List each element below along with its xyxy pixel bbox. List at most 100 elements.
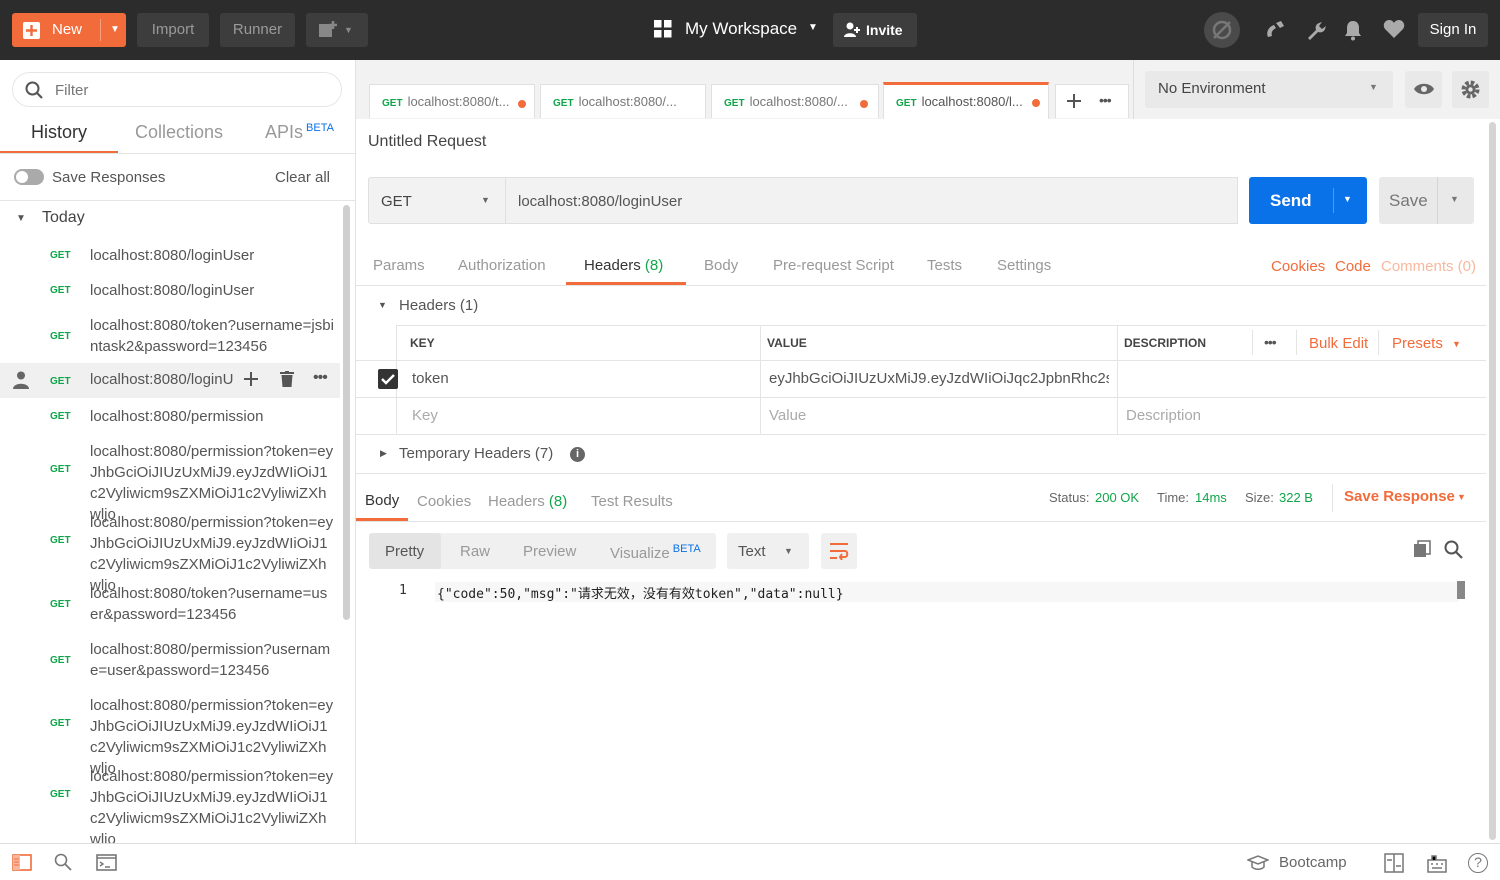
key-placeholder[interactable]: Key xyxy=(412,407,438,424)
response-tab-cookies[interactable]: Cookies xyxy=(417,493,471,510)
send-button[interactable]: Send ▼ xyxy=(1249,177,1367,224)
save-response-dropdown[interactable]: Save Response ▼ xyxy=(1344,488,1474,508)
view-visualize[interactable]: Visualize BETA xyxy=(610,543,701,562)
tab-apis[interactable]: APIs BETA xyxy=(265,122,334,143)
notifications-bell-icon[interactable] xyxy=(1343,19,1365,41)
history-group-today[interactable]: ▼ Today xyxy=(0,207,340,231)
response-tab-body[interactable]: Body xyxy=(356,481,408,521)
environment-select[interactable]: No Environment ▼ xyxy=(1145,71,1393,108)
more-tabs-icon[interactable]: ••• xyxy=(1099,92,1112,108)
chevron-down-icon[interactable]: ▼ xyxy=(1343,194,1352,204)
clear-all-button[interactable]: Clear all xyxy=(275,169,330,186)
list-item[interactable]: GET localhost:8080/permission?token=eyJh… xyxy=(0,765,340,843)
settings-wrench-icon[interactable] xyxy=(1305,19,1327,41)
code-link[interactable]: Code xyxy=(1335,258,1371,275)
add-to-collection-icon[interactable] xyxy=(243,371,259,387)
value-placeholder[interactable]: Value xyxy=(769,407,806,424)
filter-box[interactable] xyxy=(12,72,342,107)
info-icon[interactable]: i xyxy=(570,447,585,462)
import-button[interactable]: Import xyxy=(137,13,209,47)
main-scrollbar[interactable] xyxy=(1489,122,1496,840)
list-item[interactable]: GET localhost:8080/permission?token=eyJh… xyxy=(0,694,340,777)
invite-button[interactable]: Invite xyxy=(833,13,917,47)
copy-icon[interactable] xyxy=(1413,540,1431,558)
header-row-checkbox[interactable] xyxy=(378,369,398,389)
comments-link[interactable]: Comments (0) xyxy=(1381,258,1476,275)
response-headers-label: Headers xyxy=(488,493,545,510)
bulk-edit-link[interactable]: Bulk Edit xyxy=(1309,335,1368,352)
find-icon[interactable] xyxy=(54,853,72,871)
list-item[interactable]: GET localhost:8080/token?username=jsbint… xyxy=(0,314,340,362)
view-pretty[interactable]: Pretty xyxy=(369,533,441,569)
presets-dropdown[interactable]: Presets ▼ xyxy=(1392,335,1467,355)
chevron-down-icon[interactable]: ▼ xyxy=(110,13,120,47)
method-select[interactable]: GET ▼ xyxy=(368,177,506,224)
new-button[interactable]: New ▼ xyxy=(12,13,126,47)
list-item[interactable]: GET localhost:8080/permission?username=u… xyxy=(0,638,340,686)
new-window-button[interactable]: ▼ xyxy=(306,13,368,47)
editor-scroll-thumb[interactable] xyxy=(1457,581,1465,599)
two-pane-view-icon[interactable] xyxy=(1384,853,1404,873)
heart-icon[interactable] xyxy=(1383,19,1405,41)
save-button[interactable]: Save ▼ xyxy=(1379,177,1474,224)
manage-environments-button[interactable] xyxy=(1452,71,1489,108)
more-options-icon[interactable]: ••• xyxy=(313,369,328,387)
header-key[interactable]: token xyxy=(412,370,752,387)
tab-settings[interactable]: Settings xyxy=(997,257,1051,274)
wrap-lines-button[interactable] xyxy=(821,533,857,569)
list-item[interactable]: GET localhost:8080/loginUser xyxy=(0,244,340,278)
tab-headers[interactable]: Headers (8) xyxy=(566,247,686,285)
tab-body[interactable]: Body xyxy=(704,257,738,274)
capture-requests-icon[interactable] xyxy=(1264,19,1286,41)
description-placeholder[interactable]: Description xyxy=(1126,407,1201,424)
request-tab-active[interactable]: GET localhost:8080/l... xyxy=(883,82,1049,119)
tab-history[interactable]: History xyxy=(0,112,118,154)
environment-quick-look-button[interactable] xyxy=(1405,71,1442,108)
tab-authorization[interactable]: Authorization xyxy=(458,257,546,274)
filter-input[interactable] xyxy=(55,79,325,101)
format-select[interactable]: Text ▼ xyxy=(727,533,809,569)
list-item-hovered[interactable]: GET localhost:8080/loginU ••• xyxy=(0,363,340,398)
list-item[interactable]: GET localhost:8080/permission?token=eyJh… xyxy=(0,511,340,594)
request-name[interactable]: Untitled Request xyxy=(368,133,486,151)
view-raw[interactable]: Raw xyxy=(460,543,490,560)
sign-in-button[interactable]: Sign In xyxy=(1418,13,1488,47)
sidebar-scrollbar[interactable] xyxy=(343,205,350,620)
runner-button[interactable]: Runner xyxy=(220,13,295,47)
keyboard-shortcuts-icon[interactable] xyxy=(1427,853,1447,873)
toggle-sidebar-icon[interactable] xyxy=(12,854,32,871)
tab-prerequest-script[interactable]: Pre-request Script xyxy=(773,257,894,274)
tab-collections[interactable]: Collections xyxy=(135,122,223,143)
list-item[interactable]: GET localhost:8080/loginUser xyxy=(0,279,340,313)
save-responses-toggle[interactable] xyxy=(14,169,44,185)
help-icon[interactable]: ? xyxy=(1468,853,1488,873)
console-icon[interactable] xyxy=(96,854,117,871)
headers-section-toggle[interactable]: ▼ Headers (1) xyxy=(378,297,508,317)
workspace-selector[interactable]: My Workspace ▼ xyxy=(654,16,824,44)
response-editor[interactable]: 1 {"code":50,"msg":"请求无效，没有有效token","dat… xyxy=(369,576,1473,843)
request-tab[interactable]: GET localhost:8080/t... xyxy=(369,84,535,118)
response-tab-headers[interactable]: Headers (8) xyxy=(488,493,567,510)
new-label: New xyxy=(52,21,83,38)
new-tab-button[interactable]: ••• xyxy=(1055,84,1129,118)
history-url: localhost:8080/token?username=jsbintask2… xyxy=(90,317,334,355)
tab-params[interactable]: Params xyxy=(373,257,425,274)
cookies-link[interactable]: Cookies xyxy=(1271,258,1325,275)
list-item[interactable]: GET localhost:8080/token?username=user&p… xyxy=(0,582,340,630)
bootcamp-link[interactable]: Bootcamp xyxy=(1279,854,1347,871)
tab-tests[interactable]: Tests xyxy=(927,257,962,274)
temporary-headers-toggle[interactable]: ▶ Temporary Headers (7) i xyxy=(378,445,598,465)
header-value[interactable]: eyJhbGciOiJIUzUxMiJ9.eyJzdWIiOiJqc2JpbnR… xyxy=(769,370,1109,387)
view-preview[interactable]: Preview xyxy=(523,543,576,560)
request-tab[interactable]: GET localhost:8080/... xyxy=(540,84,706,118)
list-item[interactable]: GET localhost:8080/permission xyxy=(0,405,340,439)
list-item[interactable]: GET localhost:8080/permission?token=eyJh… xyxy=(0,440,340,523)
response-tab-test-results[interactable]: Test Results xyxy=(591,493,673,510)
search-icon[interactable] xyxy=(1444,540,1463,559)
url-input[interactable]: localhost:8080/loginUser xyxy=(505,177,1238,224)
sync-status-icon[interactable] xyxy=(1204,12,1240,48)
column-options-icon[interactable]: ••• xyxy=(1264,334,1277,350)
request-tab[interactable]: GET localhost:8080/... xyxy=(711,84,879,118)
trash-icon[interactable] xyxy=(280,371,294,387)
chevron-down-icon[interactable]: ▼ xyxy=(1450,194,1459,204)
